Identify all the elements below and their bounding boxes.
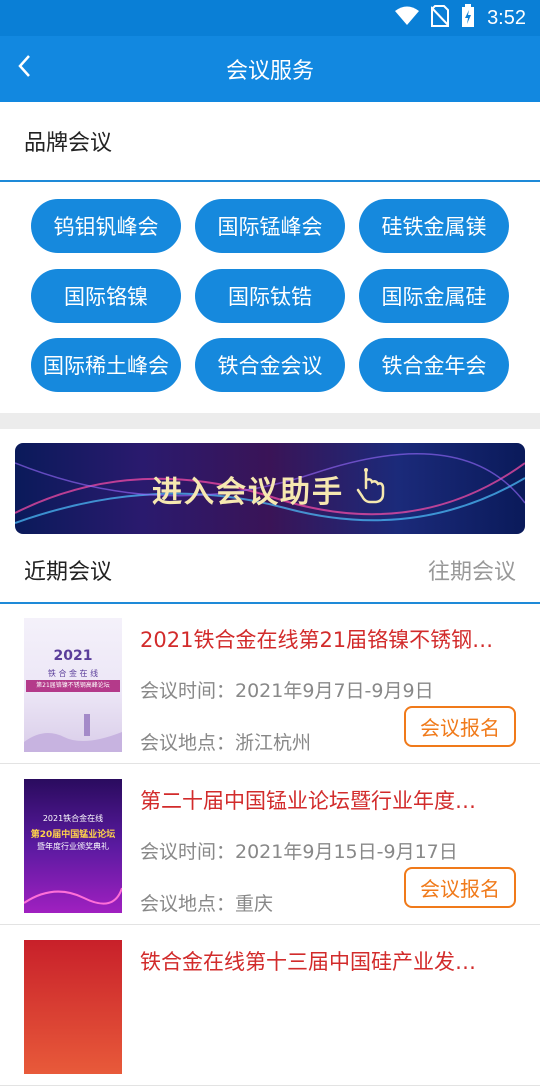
status-bar: 3:52: [0, 0, 540, 36]
brand-item-ferroalloy-conference[interactable]: 铁合金会议: [195, 338, 345, 392]
tab-recent[interactable]: 近期会议: [24, 554, 112, 586]
meeting-poster: 2021铁合金在线 第20届中国锰业论坛 暨年度行业颁奖典礼: [24, 779, 122, 913]
banner-label-group: 进入会议助手: [152, 466, 388, 512]
meeting-card[interactable]: 2021铁合金在线 第20届中国锰业论坛 暨年度行业颁奖典礼 第二十届中国锰业论…: [0, 765, 540, 925]
meeting-poster: 2021 铁 合 金 在 线 第21届铬镍不锈钢高峰论坛: [24, 618, 122, 752]
brand-item-chrome-nickel[interactable]: 国际铬镍: [31, 269, 181, 323]
poster-line: 暨年度行业颁奖典礼: [37, 842, 109, 851]
tap-hand-icon: [354, 466, 388, 512]
meeting-card[interactable]: 铁合金在线第十三届中国硅产业发…: [0, 926, 540, 1086]
poster-year: 2021铁合金在线: [42, 814, 104, 823]
signup-button[interactable]: 会议报名: [404, 867, 516, 908]
tab-past[interactable]: 往期会议: [428, 554, 516, 586]
meeting-location: 会议地点：浙江杭州: [140, 732, 312, 754]
poster-landscape: [24, 714, 122, 752]
back-button[interactable]: [10, 50, 38, 86]
brand-item-manganese[interactable]: 国际锰峰会: [195, 199, 345, 253]
poster-line: 第21届铬镍不锈钢高峰论坛: [26, 680, 120, 692]
signup-button[interactable]: 会议报名: [404, 706, 516, 747]
banner-label: 进入会议助手: [152, 474, 344, 510]
meeting-tabs: 近期会议 往期会议: [0, 538, 540, 602]
poster-year: 2021: [53, 648, 93, 664]
meeting-title[interactable]: 第二十届中国锰业论坛暨行业年度…: [140, 785, 516, 815]
clock: 3:52: [487, 6, 526, 29]
poster-decoration: [24, 887, 122, 905]
brand-item-rare-earth[interactable]: 国际稀土峰会: [31, 338, 181, 392]
brand-item-titanium-zirconium[interactable]: 国际钛锆: [195, 269, 345, 323]
section-divider: [0, 413, 540, 429]
brand-item-tungsten-molybdenum-vanadium[interactable]: 钨钼钒峰会: [31, 199, 181, 253]
no-sim-icon: [430, 5, 450, 31]
poster-subtitle: 铁 合 金 在 线: [47, 669, 99, 678]
battery-charging-icon: [461, 4, 475, 32]
app-bar: 会议服务: [0, 36, 540, 102]
brand-item-ferrosilicon-magnesium[interactable]: 硅铁金属镁: [359, 199, 509, 253]
poster-subtitle: 第20届中国锰业论坛: [30, 830, 116, 840]
meeting-card[interactable]: 2021 铁 合 金 在 线 第21届铬镍不锈钢高峰论坛 2021铁合金在线第2…: [0, 604, 540, 764]
brand-meeting-grid: 钨钼钒峰会 国际锰峰会 硅铁金属镁 国际铬镍 国际钛锆 国际金属硅 国际稀土峰会…: [0, 184, 540, 412]
meeting-time: 会议时间：2021年9月7日-9月9日: [140, 680, 434, 702]
meeting-time: 会议时间：2021年9月15日-9月17日: [140, 841, 458, 863]
chevron-left-icon: [17, 54, 31, 82]
brand-section-heading: 品牌会议: [0, 102, 540, 182]
meeting-title[interactable]: 铁合金在线第十三届中国硅产业发…: [140, 946, 516, 976]
meeting-title[interactable]: 2021铁合金在线第21届铬镍不锈钢…: [140, 624, 516, 654]
brand-item-ferroalloy-annual[interactable]: 铁合金年会: [359, 338, 509, 392]
meeting-assistant-banner[interactable]: 进入会议助手: [15, 443, 525, 534]
meeting-location: 会议地点：重庆: [140, 893, 274, 915]
meeting-poster: [24, 940, 122, 1074]
wifi-icon: [395, 6, 420, 30]
brand-item-silicon-metal[interactable]: 国际金属硅: [359, 269, 509, 323]
page-title: 会议服务: [225, 59, 314, 84]
